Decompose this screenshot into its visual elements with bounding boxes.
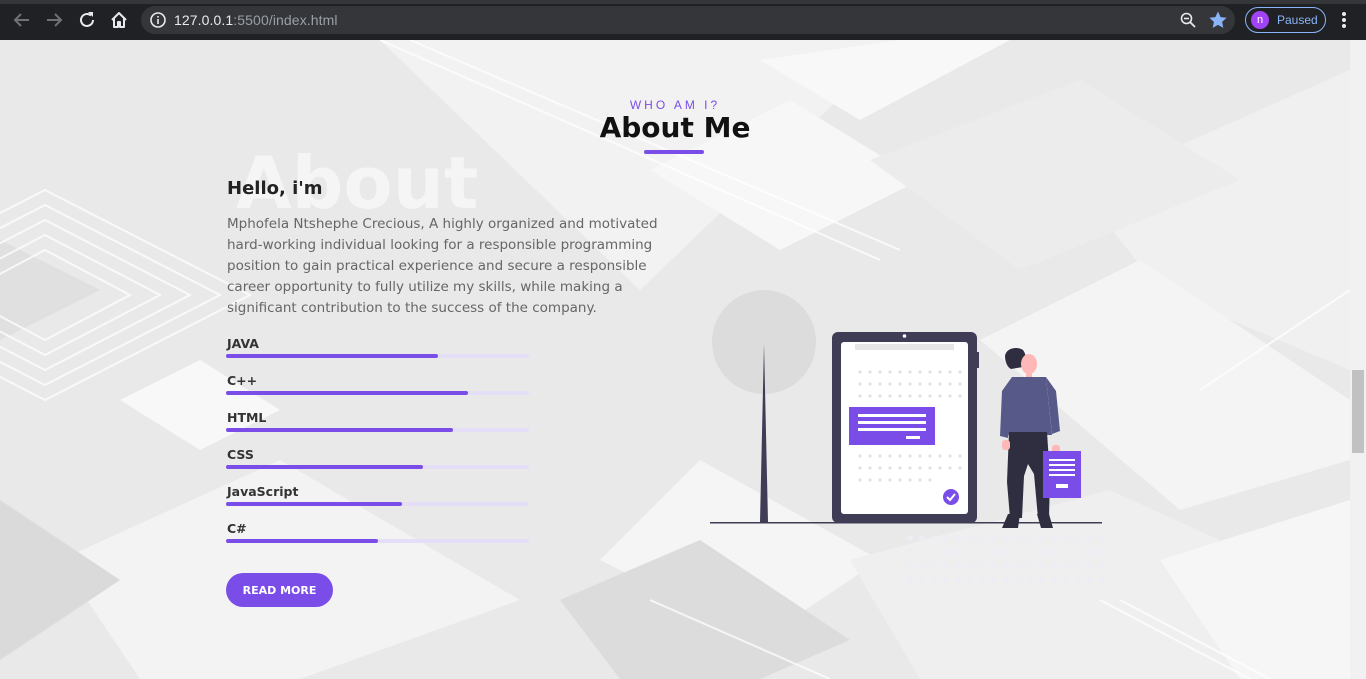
skill-progress-track: [226, 391, 529, 395]
address-bar[interactable]: 127.0.0.1:5500/index.html: [141, 6, 1235, 34]
section-subtitle: WHO AM I?: [629, 98, 721, 112]
skill-progress-track: [226, 465, 529, 469]
url-path: :5500/index.html: [233, 12, 338, 28]
title-underline: [644, 150, 704, 154]
about-illustration: [710, 290, 1105, 583]
skill-item: JAVA: [226, 336, 529, 373]
skill-progress-fill: [226, 539, 378, 543]
skill-progress-fill: [226, 391, 469, 395]
skill-item: JavaScript: [226, 484, 529, 521]
skill-progress-track: [226, 428, 529, 432]
check-icon: [943, 489, 959, 505]
tab-strip-edge: [0, 0, 1366, 4]
section-title: About Me: [599, 111, 751, 144]
forward-arrow-icon[interactable]: [42, 8, 66, 32]
scrollbar-thumb[interactable]: [1352, 370, 1364, 453]
skills-list: JAVA C++ HTML CSS JavaScript C#: [226, 336, 529, 558]
skill-item: C++: [226, 373, 529, 410]
profile-status: Paused: [1277, 13, 1318, 27]
back-arrow-icon[interactable]: [10, 8, 34, 32]
greeting-heading: Hello, i'm: [227, 178, 323, 199]
skill-progress-track: [226, 354, 529, 358]
reload-icon[interactable]: [75, 8, 99, 32]
read-more-button[interactable]: READ MORE: [226, 573, 333, 607]
profile-button[interactable]: n Paused: [1245, 7, 1326, 33]
dot-grid-decoration: [907, 535, 1105, 583]
home-icon[interactable]: [107, 8, 131, 32]
avatar: n: [1251, 11, 1269, 29]
page-scrollbar[interactable]: [1350, 40, 1366, 679]
skill-item: HTML: [226, 410, 529, 447]
skill-name: C++: [227, 373, 258, 388]
skill-progress-fill: [226, 354, 439, 358]
skill-name: JAVA: [227, 336, 259, 351]
zoom-icon[interactable]: [1179, 11, 1197, 29]
tablet-card: [849, 407, 935, 445]
skill-progress-fill: [226, 465, 423, 469]
skill-item: C#: [226, 521, 529, 558]
browser-toolbar: 127.0.0.1:5500/index.html n Paused: [0, 0, 1366, 40]
page-viewport: WHO AM I? About Me About Hello, i'm Mpho…: [0, 40, 1350, 679]
skill-name: HTML: [227, 410, 267, 425]
person-figure: [1000, 348, 1081, 528]
kebab-menu-icon[interactable]: [1334, 8, 1354, 32]
url-text[interactable]: 127.0.0.1:5500/index.html: [174, 12, 338, 28]
skill-name: CSS: [227, 447, 254, 462]
star-icon[interactable]: [1208, 10, 1228, 30]
skill-name: JavaScript: [227, 484, 299, 499]
skill-progress-fill: [226, 428, 454, 432]
url-host: 127.0.0.1: [174, 12, 234, 28]
info-icon[interactable]: [149, 11, 167, 29]
bio-paragraph: Mphofela Ntshephe Crecious, A highly org…: [227, 216, 658, 316]
skill-item: CSS: [226, 447, 529, 484]
skill-progress-fill: [226, 502, 402, 506]
skill-name: C#: [227, 521, 247, 536]
skill-progress-track: [226, 539, 529, 543]
skill-progress-track: [226, 502, 529, 506]
